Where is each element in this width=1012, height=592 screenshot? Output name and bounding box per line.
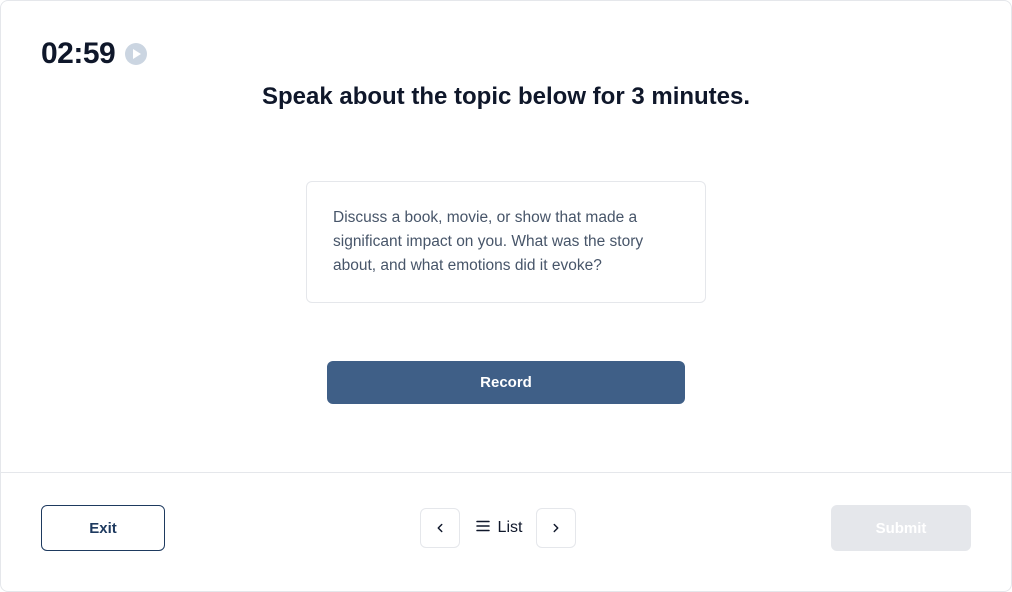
instruction-heading: Speak about the topic below for 3 minute… <box>41 83 971 111</box>
timer-display: 02:59 <box>41 37 115 71</box>
submit-button[interactable]: Submit <box>831 505 971 551</box>
record-button[interactable]: Record <box>327 361 685 404</box>
list-icon <box>474 517 492 540</box>
timer-row: 02:59 <box>41 37 971 71</box>
content-area: 02:59 Speak about the topic below for 3 … <box>1 1 1011 472</box>
prev-button[interactable] <box>420 508 460 548</box>
list-button[interactable]: List <box>470 517 527 540</box>
play-icon[interactable] <box>125 43 147 65</box>
nav-group: List <box>420 508 577 548</box>
next-button[interactable] <box>536 508 576 548</box>
exit-button[interactable]: Exit <box>41 505 165 551</box>
list-label: List <box>498 519 523 537</box>
speaking-task-card: 02:59 Speak about the topic below for 3 … <box>0 0 1012 592</box>
footer-bar: Exit List Submit <box>1 473 1011 591</box>
topic-prompt: Discuss a book, movie, or show that made… <box>306 181 706 303</box>
